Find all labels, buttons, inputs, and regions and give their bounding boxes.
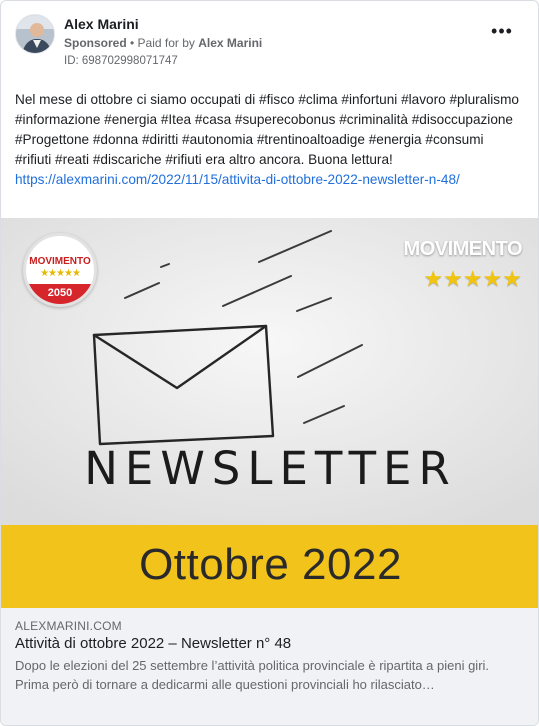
logo-left-brand: MOVIMENTO [29,256,91,267]
logo-right-brand: MOVIMENTO [403,238,523,260]
ad-id: ID: 698702998071747 [64,55,178,67]
post-text: Nel mese di ottobre ci siamo occupati di… [15,92,519,167]
link-title[interactable]: Attività di ottobre 2022 – Newsletter n°… [15,635,291,652]
link-description: Dopo le elezioni del 25 settembre l’atti… [15,658,490,692]
meta-separator: • [126,36,138,50]
sponsored-meta: Sponsored • Paid for by Alex Marini [64,36,262,50]
sponsored-label[interactable]: Sponsored [64,36,127,50]
paid-for-name: Alex Marini [198,36,263,50]
post-image[interactable]: NEWSLETTER Ottobre 2022 MOVIMENTO ★★★★★ … [1,218,538,608]
avatar-photo [16,15,54,53]
newsletter-heading: NEWSLETTER [84,442,457,495]
movimento-logo: MOVIMENTO ★★★★★ [403,238,523,298]
sponsored-post-card: Alex Marini Sponsored • Paid for by Alex… [0,0,539,726]
post-body: Nel mese di ottobre ci siamo occupati di… [15,90,523,190]
logo-right-stars: ★★★★★ [423,266,522,291]
more-options-icon[interactable]: ••• [490,22,514,44]
author-name[interactable]: Alex Marini [64,16,139,32]
month-heading: Ottobre 2022 [139,540,402,589]
movimento-2050-logo: MOVIMENTO ★★★★★ 2050 [23,233,97,307]
link-domain: ALEXMARINI.COM [15,619,122,633]
post-link[interactable]: https://alexmarini.com/2022/11/15/attivi… [15,172,460,187]
avatar[interactable] [15,14,55,54]
logo-left-year: 2050 [47,287,73,299]
logo-left-stars: ★★★★★ [40,268,81,279]
link-preview[interactable]: ALEXMARINI.COM Attività di ottobre 2022 … [1,608,538,725]
post-header: Alex Marini Sponsored • Paid for by Alex… [15,14,524,74]
paid-for-label: Paid for by [137,36,199,50]
